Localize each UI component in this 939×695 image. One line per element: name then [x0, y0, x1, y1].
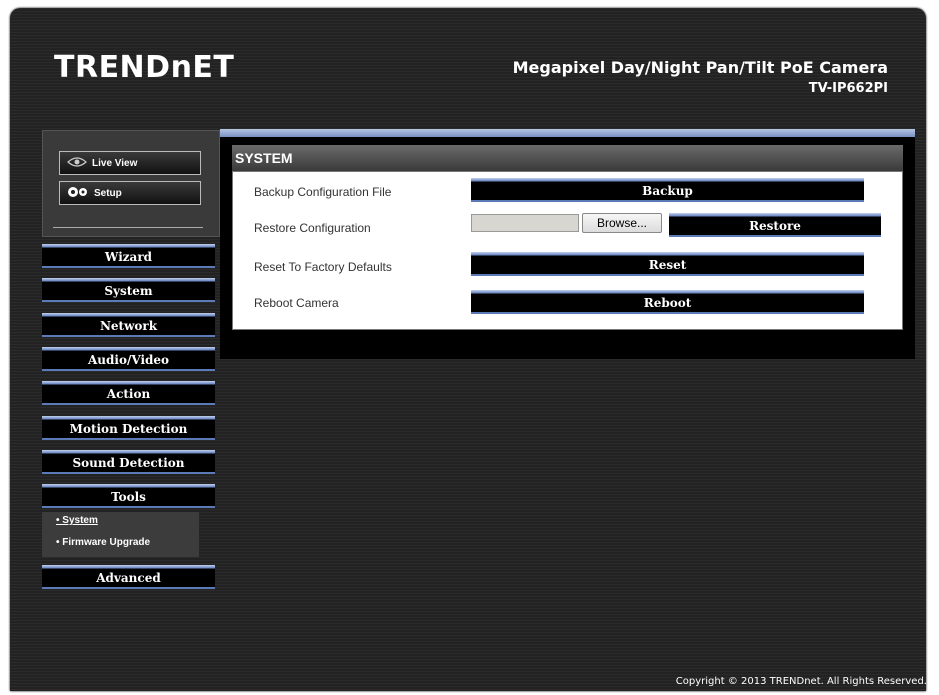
trendnet-logo: TRENDnET [54, 50, 235, 85]
product-title: Megapixel Day/Night Pan/Tilt PoE Camera [512, 58, 888, 77]
backup-button[interactable]: Backup [471, 178, 864, 202]
restore-button[interactable]: Restore [669, 213, 881, 237]
live-view-label: Live View [92, 157, 138, 169]
panel-body: Backup Configuration File Backup Restore… [232, 171, 903, 330]
setup-label: Setup [94, 187, 122, 199]
nav-audio-video[interactable]: Audio/Video [42, 347, 215, 371]
view-mode-box: Live View Setup [42, 130, 220, 237]
panel-title: SYSTEM [232, 145, 903, 171]
eye-icon [66, 156, 88, 171]
nav-advanced[interactable]: Advanced [42, 565, 215, 589]
nav-action[interactable]: Action [42, 381, 215, 405]
live-view-button[interactable]: Live View [59, 151, 201, 175]
nav-system[interactable]: System [42, 278, 215, 302]
submenu-item-firmware-upgrade[interactable]: • Firmware Upgrade [56, 537, 150, 548]
reset-button[interactable]: Reset [471, 252, 864, 276]
content-top-bar [220, 129, 915, 137]
setup-button[interactable]: Setup [59, 181, 201, 205]
nav-network[interactable]: Network [42, 313, 215, 337]
nav-wizard[interactable]: Wizard [42, 244, 215, 268]
reboot-button[interactable]: Reboot [471, 290, 864, 314]
product-model: TV-IP662PI [808, 81, 888, 96]
nav-sound-detection[interactable]: Sound Detection [42, 450, 215, 474]
reset-label: Reset To Factory Defaults [254, 260, 392, 274]
backup-label: Backup Configuration File [254, 185, 392, 199]
divider [53, 227, 203, 228]
reboot-label: Reboot Camera [254, 296, 339, 310]
restore-file-input[interactable] [471, 214, 579, 232]
copyright-text: Copyright © 2013 TRENDnet. All Rights Re… [675, 676, 927, 687]
gear-icon [66, 184, 90, 203]
browse-button[interactable]: Browse... [582, 213, 662, 233]
restore-label: Restore Configuration [254, 221, 371, 235]
tools-submenu: • System • Firmware Upgrade [42, 512, 199, 557]
nav-motion-detection[interactable]: Motion Detection [42, 416, 215, 440]
system-panel: SYSTEM Backup Configuration File Backup … [220, 137, 915, 359]
submenu-item-system[interactable]: • System [56, 515, 98, 526]
nav-tools[interactable]: Tools [42, 484, 215, 508]
